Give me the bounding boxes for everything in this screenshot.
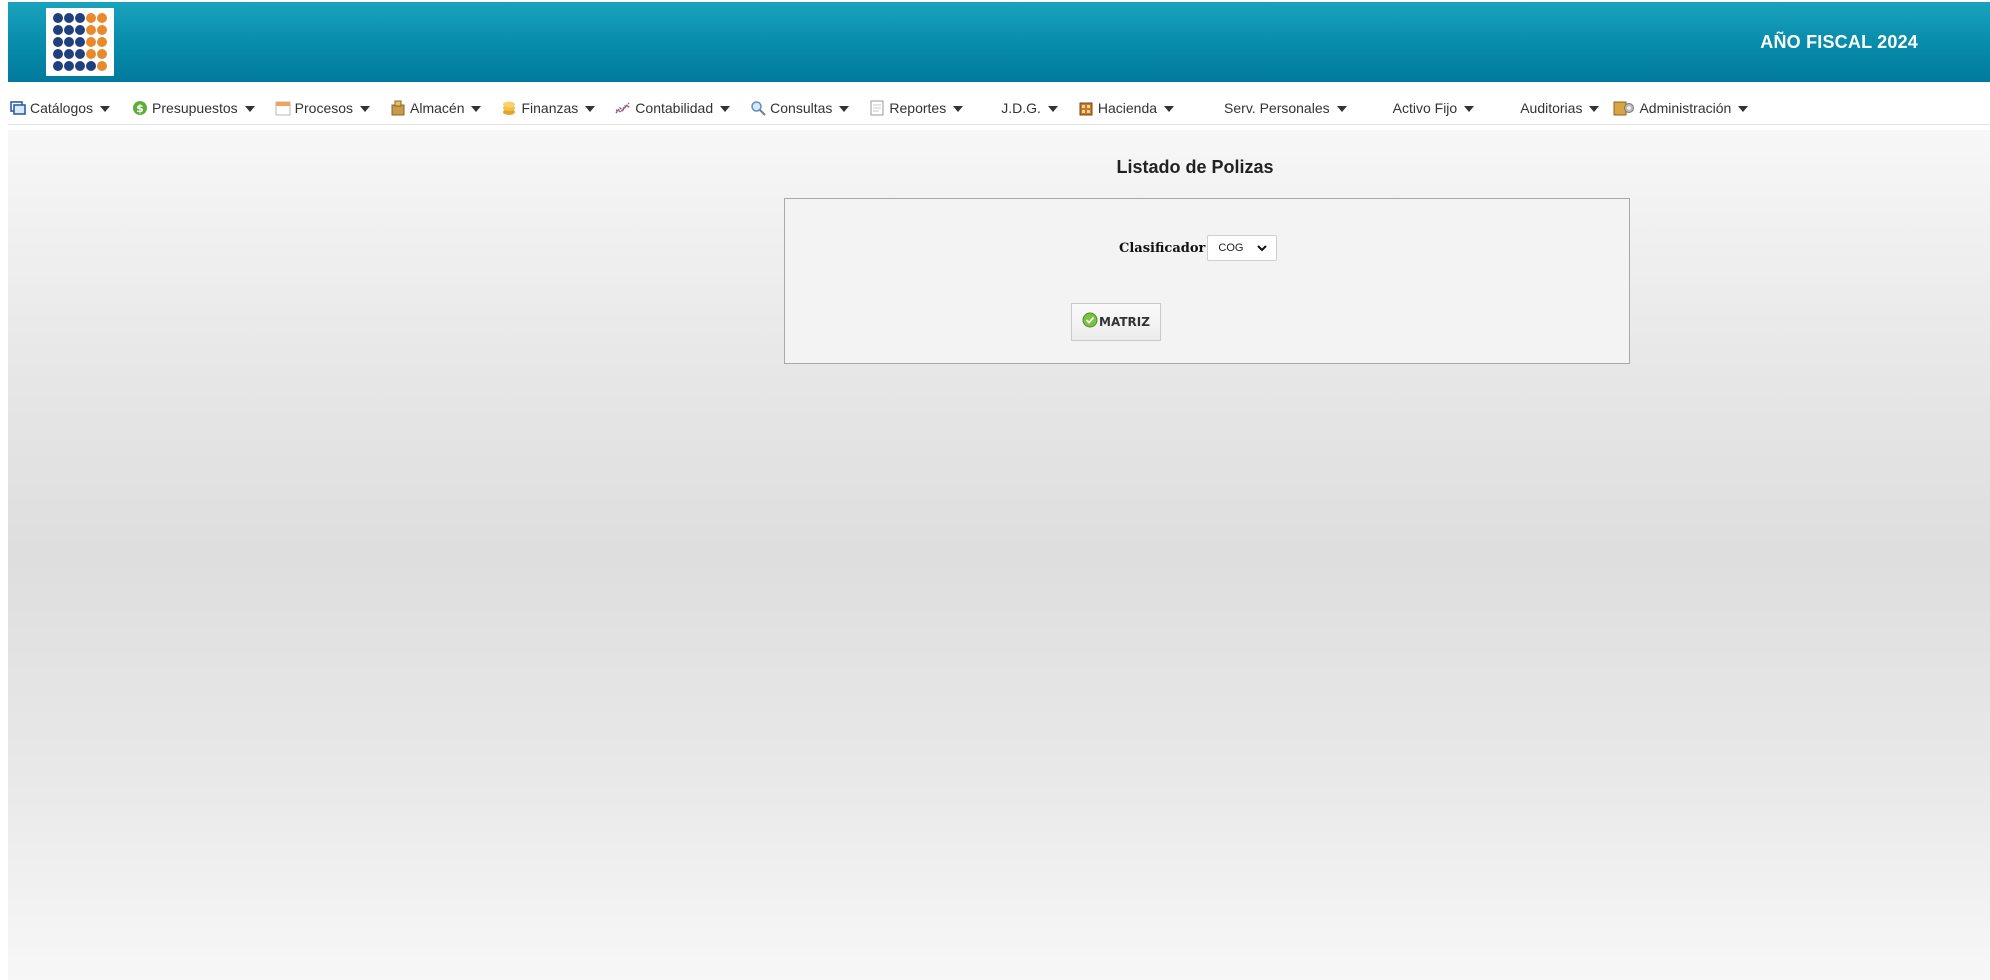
menu-label: Serv. Personales [1224,100,1330,116]
menu-administracion[interactable]: Administración [1613,100,1749,116]
menu-catalogos[interactable]: Catálogos [10,100,111,116]
caret-down-icon [1047,105,1058,112]
clasificador-row: Clasificador COG [1119,235,1278,261]
caret-down-icon [1589,105,1600,112]
admin-icon [1613,100,1635,116]
menu-label: Reportes [889,100,947,116]
menu-label: Catálogos [30,100,94,116]
menu-label: Auditorias [1520,100,1583,116]
matriz-button-label: MATRIZ [1099,315,1150,329]
menu-consultas[interactable]: Consultas [750,100,850,116]
menu-label: Almacén [410,100,465,116]
menu-label: Procesos [294,100,354,116]
calendar-icon [275,100,291,116]
chart-line-icon [615,100,631,116]
menu-jdg[interactable]: J.D.G. [1001,100,1058,116]
coins-icon [501,100,517,116]
caret-down-icon [1164,105,1175,112]
menu-presupuestos[interactable]: $ Presupuestos [132,100,255,116]
box-icon [390,100,406,116]
menu-reportes[interactable]: Reportes [869,100,964,116]
menu-label: Hacienda [1097,100,1158,116]
caret-down-icon [100,105,111,112]
caret-down-icon [471,105,482,112]
menu-label: Contabilidad [635,100,714,116]
menu-label: Finanzas [521,100,579,116]
caret-down-icon [839,105,850,112]
caret-down-icon [1336,105,1347,112]
app-header: AÑO FISCAL 2024 [8,2,1990,82]
clasificador-selected-value: COG [1218,242,1244,254]
clasificador-select[interactable]: COG [1207,235,1278,261]
main-menubar: Catálogos $ Presupuestos Procesos Almacé… [8,92,1990,125]
menu-procesos[interactable]: Procesos [275,100,371,116]
menu-auditorias[interactable]: Auditorias [1520,100,1600,116]
menu-almacen[interactable]: Almacén [390,100,482,116]
building-icon [1078,100,1094,116]
menu-label: Consultas [770,100,833,116]
menu-label: Activo Fijo [1392,100,1458,116]
menu-label: Administración [1639,100,1732,116]
caret-down-icon [953,105,964,112]
menu-hacienda[interactable]: Hacienda [1078,100,1175,116]
chevron-down-icon [1256,242,1268,254]
app-page: AÑO FISCAL 2024 Catálogos $ Presupuestos… [0,0,1990,980]
magnifier-icon [750,100,766,116]
menu-activo-fijo[interactable]: Activo Fijo [1393,100,1475,116]
document-icon [869,100,885,116]
window-icon [10,100,26,116]
caret-down-icon [1464,105,1475,112]
caret-down-icon [1738,105,1749,112]
menu-contabilidad[interactable]: Contabilidad [615,100,731,116]
caret-down-icon [720,105,731,112]
clasificador-label: Clasificador [1119,240,1206,256]
page-title: Listado de Polizas [1116,157,1274,177]
menu-label: Presupuestos [152,100,238,116]
matriz-button[interactable]: MATRIZ [1071,303,1161,341]
fiscal-year-label: AÑO FISCAL 2024 [1760,31,1918,52]
menu-label: J.D.G. [1001,100,1041,116]
caret-down-icon [360,105,371,112]
svg-text:$: $ [136,102,144,115]
menu-serv-personales[interactable]: Serv. Personales [1224,100,1347,116]
filter-panel: Clasificador COG MATRIZ [784,198,1630,364]
check-circle-icon [1082,312,1098,328]
caret-down-icon [585,105,596,112]
dot-grid-logo-icon[interactable] [46,8,114,76]
dollar-icon: $ [132,100,148,116]
menu-finanzas[interactable]: Finanzas [501,100,596,116]
caret-down-icon [244,105,255,112]
